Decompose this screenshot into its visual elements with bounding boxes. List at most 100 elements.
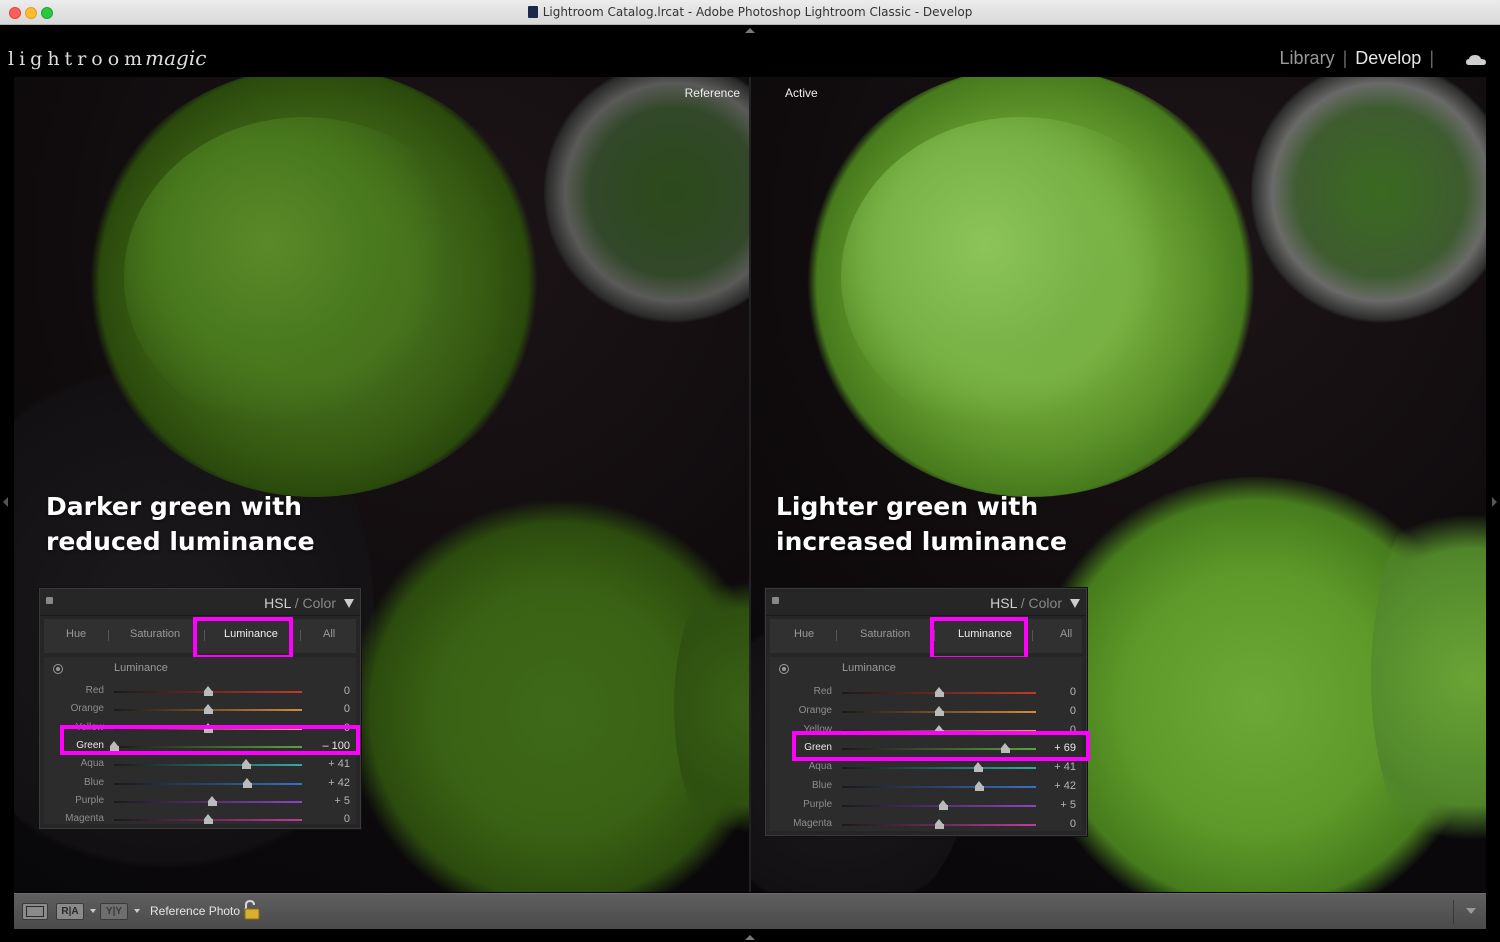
hsl-panel-reference: HSL / Color Hue Saturation Luminance All Lumi…: [39, 588, 361, 829]
slider-thumb[interactable]: [208, 795, 218, 806]
before-after-dropdown-icon[interactable]: [134, 909, 140, 913]
slider-track[interactable]: [114, 764, 302, 767]
tab-hue[interactable]: Hue: [66, 628, 86, 640]
tab-all[interactable]: All: [323, 628, 335, 640]
slider-row-purple: Purple + 5: [766, 797, 1086, 815]
active-caption: Lighter green with increased luminance: [776, 489, 1067, 559]
panel-switch-icon[interactable]: [772, 597, 779, 604]
slider-value[interactable]: 0: [344, 703, 350, 715]
targeted-adjustment-icon[interactable]: [779, 664, 789, 674]
slider-label: Purple: [75, 794, 104, 806]
slider-label: Red: [85, 685, 104, 696]
left-panel-toggle-icon[interactable]: [3, 497, 8, 507]
slider-label: Orange: [798, 704, 832, 716]
green-slider-highlight: [792, 731, 1090, 761]
bottom-toolbar: R|A Y|Y Reference Photo :: [14, 893, 1486, 929]
slider-row-blue: Blue + 42: [40, 775, 360, 793]
slider-track[interactable]: [842, 767, 1036, 770]
slider-track[interactable]: [114, 782, 302, 785]
panel-title: HSL / Color: [264, 595, 336, 611]
reference-label: Reference: [684, 86, 740, 100]
slider-thumb[interactable]: [203, 704, 213, 715]
filmstrip-toggle-icon[interactable]: [745, 935, 755, 940]
panel-title-separator: /: [290, 595, 303, 611]
slider-value[interactable]: 0: [1070, 705, 1076, 717]
reference-photo-label: Reference Photo :: [150, 904, 247, 918]
slider-value[interactable]: + 41: [328, 758, 350, 770]
tab-separator: [1032, 630, 1033, 641]
caption-line: Darker green with: [46, 492, 302, 521]
slider-label: Aqua: [808, 761, 832, 773]
right-panel-toggle-icon[interactable]: [1492, 497, 1497, 507]
panel-collapse-icon[interactable]: [1070, 599, 1080, 608]
toolbar-options-icon[interactable]: [1466, 908, 1476, 914]
slider-track[interactable]: [842, 786, 1036, 788]
slider-label: Orange: [70, 703, 104, 715]
module-separator: |: [1342, 48, 1348, 68]
tab-hue[interactable]: Hue: [794, 628, 814, 640]
slider-row-blue: Blue + 42: [766, 778, 1086, 796]
tab-separator: [836, 630, 837, 641]
panel-collapse-icon[interactable]: [344, 599, 354, 608]
panel-title: HSL / Color: [990, 595, 1062, 611]
tab-saturation[interactable]: Saturation: [860, 628, 910, 640]
slider-label: Purple: [803, 798, 832, 810]
slider-label: Magenta: [793, 817, 832, 829]
green-slider-highlight: [60, 725, 360, 755]
luminance-tab-highlight: [930, 617, 1028, 660]
slider-thumb[interactable]: [242, 777, 252, 788]
slider-thumb[interactable]: [934, 687, 944, 697]
window-title-text: Lightroom Catalog.lrcat - Adobe Photosho…: [542, 5, 973, 19]
slider-label: Magenta: [65, 813, 104, 825]
active-label: Active: [785, 86, 818, 100]
slider-value[interactable]: 0: [344, 813, 350, 825]
slider-thumb[interactable]: [203, 814, 213, 825]
panel-header[interactable]: HSL / Color: [766, 589, 1086, 616]
identity-plate: lightroommagic: [8, 46, 206, 70]
slider-value[interactable]: 0: [1070, 818, 1076, 830]
slider-value[interactable]: + 42: [1054, 780, 1076, 792]
before-after-view-button[interactable]: Y|Y: [100, 903, 128, 920]
slider-value[interactable]: 0: [1070, 686, 1076, 698]
module-library[interactable]: Library: [1280, 48, 1335, 68]
panel-switch-icon[interactable]: [46, 597, 53, 604]
slider-thumb[interactable]: [975, 781, 985, 791]
panel-header[interactable]: HSL / Color: [40, 589, 360, 616]
cloud-sync-icon[interactable]: [1466, 55, 1486, 65]
slider-row-orange: Orange 0: [766, 703, 1086, 721]
module-develop[interactable]: Develop: [1355, 48, 1421, 68]
slider-row-magenta: Magenta 0: [766, 816, 1086, 834]
slider-value[interactable]: + 5: [1060, 799, 1076, 811]
window-title: Lightroom Catalog.lrcat - Adobe Photosho…: [0, 5, 1500, 19]
slider-label: Red: [813, 686, 832, 697]
reference-active-view-button[interactable]: R|A: [56, 903, 84, 920]
slider-value[interactable]: 0: [344, 685, 350, 697]
section-title: Luminance: [842, 662, 896, 674]
luminance-tab-highlight: [193, 617, 293, 659]
slider-thumb[interactable]: [974, 762, 984, 773]
unlock-icon[interactable]: [242, 900, 260, 920]
panel-title-color[interactable]: Color: [1029, 595, 1062, 611]
module-bar: lightroommagic Library | Develop |: [0, 26, 1500, 76]
slider-value[interactable]: + 41: [1054, 761, 1076, 773]
slider-thumb[interactable]: [934, 705, 944, 716]
slider-row-magenta: Magenta 0: [40, 811, 360, 829]
tab-all[interactable]: All: [1060, 628, 1072, 640]
view-mode-dropdown-icon[interactable]: [90, 909, 96, 913]
slider-value[interactable]: + 42: [328, 777, 350, 789]
slider-thumb[interactable]: [939, 799, 949, 810]
slider-row-aqua: Aqua + 41: [766, 759, 1086, 777]
slider-row-red: Red 0: [40, 683, 360, 701]
panel-title-hsl[interactable]: HSL: [264, 595, 291, 611]
panel-title-color[interactable]: Color: [303, 595, 336, 611]
slider-thumb[interactable]: [203, 686, 213, 696]
slider-row-red: Red 0: [766, 684, 1086, 702]
collapse-top-panel-icon[interactable]: [745, 28, 755, 33]
slider-thumb[interactable]: [242, 759, 252, 770]
panel-title-hsl[interactable]: HSL: [990, 595, 1017, 611]
slider-thumb[interactable]: [934, 818, 944, 829]
loupe-view-button[interactable]: [22, 903, 48, 920]
tab-saturation[interactable]: Saturation: [130, 628, 180, 640]
targeted-adjustment-icon[interactable]: [53, 664, 63, 674]
slider-value[interactable]: + 5: [334, 795, 350, 807]
